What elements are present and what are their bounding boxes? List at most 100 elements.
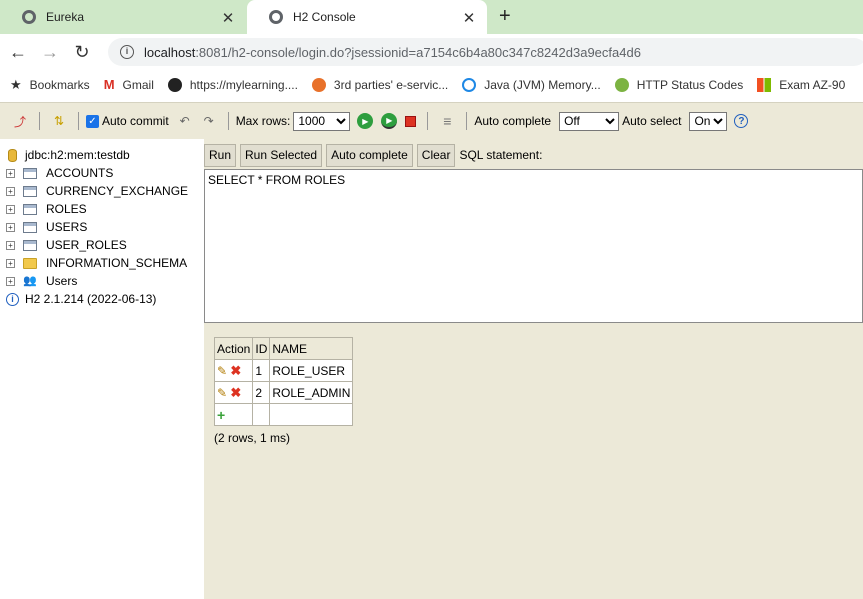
site-info-icon[interactable]: i <box>120 45 134 59</box>
tab-eureka[interactable]: Eureka ✕ <box>0 0 246 34</box>
bookmark-item[interactable]: Exam AZ-90 <box>757 78 845 92</box>
url-host: localhost <box>144 44 196 60</box>
h2-toolbar: ⤴ ⇅ ✓ Auto commit ↶ ↷ Max rows: 1000 ▶ ▶… <box>0 102 863 139</box>
edit-icon[interactable]: ✎ <box>217 386 227 400</box>
bookmark-item[interactable]: Java (JVM) Memory... <box>462 78 601 92</box>
cell-id: 2 <box>252 381 271 404</box>
expand-icon[interactable]: + <box>6 258 15 268</box>
address-bar[interactable]: i localhost:8081/h2-console/login.do?jse… <box>108 38 863 66</box>
site-icon <box>614 78 629 92</box>
auto-select-select[interactable]: On <box>689 111 728 131</box>
tree-table-currency-exchange[interactable]: + CURRENCY_EXCHANGE <box>6 182 188 200</box>
add-row-icon[interactable]: + <box>217 407 225 423</box>
max-rows-label: Max rows: <box>235 114 291 128</box>
cell-name: ROLE_USER <box>269 359 354 382</box>
tree-table-user-roles[interactable]: + USER_ROLES <box>6 236 127 254</box>
bookmark-item[interactable]: HTTP Status Codes <box>614 78 743 92</box>
column-header[interactable]: NAME <box>269 337 354 360</box>
tab-title: H2 Console <box>293 10 356 24</box>
help-icon[interactable]: ? <box>734 114 749 128</box>
edit-icon[interactable]: ✎ <box>217 364 227 378</box>
expand-icon[interactable]: + <box>6 222 15 232</box>
divider <box>466 112 468 130</box>
disconnect-icon[interactable]: ⤴ <box>12 113 28 129</box>
delete-icon[interactable]: ✖ <box>230 363 241 378</box>
auto-commit-checkbox[interactable]: ✓ <box>86 114 99 128</box>
globe-icon <box>22 10 36 24</box>
reload-icon[interactable]: ↻ <box>68 42 96 63</box>
tree-table-users[interactable]: + USERS <box>6 218 87 236</box>
divider <box>427 112 429 130</box>
refresh-icon[interactable]: ⇅ <box>51 113 67 129</box>
back-arrow-icon[interactable]: ← <box>4 42 32 63</box>
row-actions: ✎ ✖ <box>213 381 254 404</box>
close-tab-icon[interactable]: ✕ <box>461 9 477 27</box>
clear-button[interactable]: Clear <box>416 143 456 167</box>
column-header[interactable]: Action <box>213 337 254 360</box>
database-icon <box>8 148 17 162</box>
url-path: :8081/h2-console/login.do?jsessionid=a71… <box>195 44 641 60</box>
row-actions: + <box>213 403 254 426</box>
bookmark-item[interactable]: 3rd parties' e-servic... <box>311 78 448 92</box>
divider <box>78 112 79 130</box>
result-table: Action ID NAME ✎ ✖ 1 ROLE_USER ✎ ✖ 2 ROL… <box>213 337 354 426</box>
bookmark-item[interactable]: M Gmail <box>103 77 154 93</box>
run-selected-icon[interactable]: ▶ <box>381 113 398 129</box>
tree-db-node[interactable]: jdbc:h2:mem:testdb <box>8 146 130 164</box>
divider <box>227 112 229 130</box>
max-rows-select[interactable]: 1000 <box>293 111 351 131</box>
expand-icon[interactable]: + <box>6 186 15 196</box>
forward-arrow-icon[interactable]: → <box>36 42 64 63</box>
auto-complete-select[interactable]: Off <box>559 111 620 131</box>
run-selected-button[interactable]: Run Selected <box>240 143 323 167</box>
expand-icon[interactable]: + <box>6 168 15 178</box>
new-tab-button[interactable]: + <box>499 5 511 28</box>
sql-editor[interactable]: SELECT * FROM ROLES <box>204 169 863 323</box>
star-icon: ★ <box>10 77 22 92</box>
row-actions: ✎ ✖ <box>213 359 254 382</box>
tree-users[interactable]: + 👥 Users <box>6 272 77 290</box>
globe-icon <box>167 78 182 92</box>
auto-complete-button[interactable]: Auto complete <box>326 143 413 167</box>
cell-empty <box>252 403 271 426</box>
sql-statement-label: SQL statement: <box>459 148 543 162</box>
tree-schema-information[interactable]: + INFORMATION_SCHEMA <box>6 254 187 272</box>
navigation-bar: ← → ↻ i localhost:8081/h2-console/login.… <box>0 34 863 70</box>
tab-h2-console[interactable]: H2 Console ✕ <box>247 0 487 34</box>
schema-tree: jdbc:h2:mem:testdb + ACCOUNTS + CURRENCY_E… <box>0 139 204 599</box>
bookmark-item[interactable]: ★ Bookmarks <box>10 77 90 93</box>
commit-icon[interactable]: ↷ <box>201 113 217 129</box>
run-icon[interactable]: ▶ <box>357 113 374 129</box>
table-icon <box>23 239 37 251</box>
cell-name: ROLE_ADMIN <box>269 381 354 404</box>
sql-button-row: Run Run Selected Auto complete Clear SQL… <box>204 143 542 167</box>
history-icon[interactable]: ≡ <box>439 113 455 129</box>
table-icon <box>23 221 37 233</box>
info-icon: i <box>6 292 19 306</box>
expand-icon[interactable]: + <box>6 240 15 250</box>
run-button[interactable]: Run <box>204 143 237 167</box>
microsoft-icon <box>757 78 772 92</box>
expand-icon[interactable]: + <box>6 204 15 214</box>
tree-table-accounts[interactable]: + ACCOUNTS <box>6 164 113 182</box>
auto-select-label: Auto select <box>622 114 682 128</box>
rollback-icon[interactable]: ↶ <box>177 113 193 129</box>
bookmark-item[interactable]: https://mylearning.... <box>167 78 298 92</box>
folder-icon <box>23 257 37 269</box>
table-icon <box>23 167 37 179</box>
bookmarks-bar: ★ Bookmarks M Gmail https://mylearning....… <box>0 70 863 100</box>
expand-icon[interactable]: + <box>6 276 15 286</box>
site-icon <box>462 78 477 92</box>
delete-icon[interactable]: ✖ <box>230 385 241 400</box>
site-icon <box>311 78 326 92</box>
tab-title: Eureka <box>46 10 85 24</box>
result-header-row: Action ID NAME <box>213 337 354 360</box>
tree-table-roles[interactable]: + ROLES <box>6 200 87 218</box>
stop-icon[interactable] <box>405 115 417 127</box>
close-tab-icon[interactable]: ✕ <box>220 9 236 27</box>
column-header[interactable]: ID <box>252 337 271 360</box>
globe-icon <box>269 10 283 24</box>
divider <box>39 112 40 130</box>
gmail-icon: M <box>103 77 115 92</box>
auto-complete-label: Auto complete <box>474 114 552 128</box>
